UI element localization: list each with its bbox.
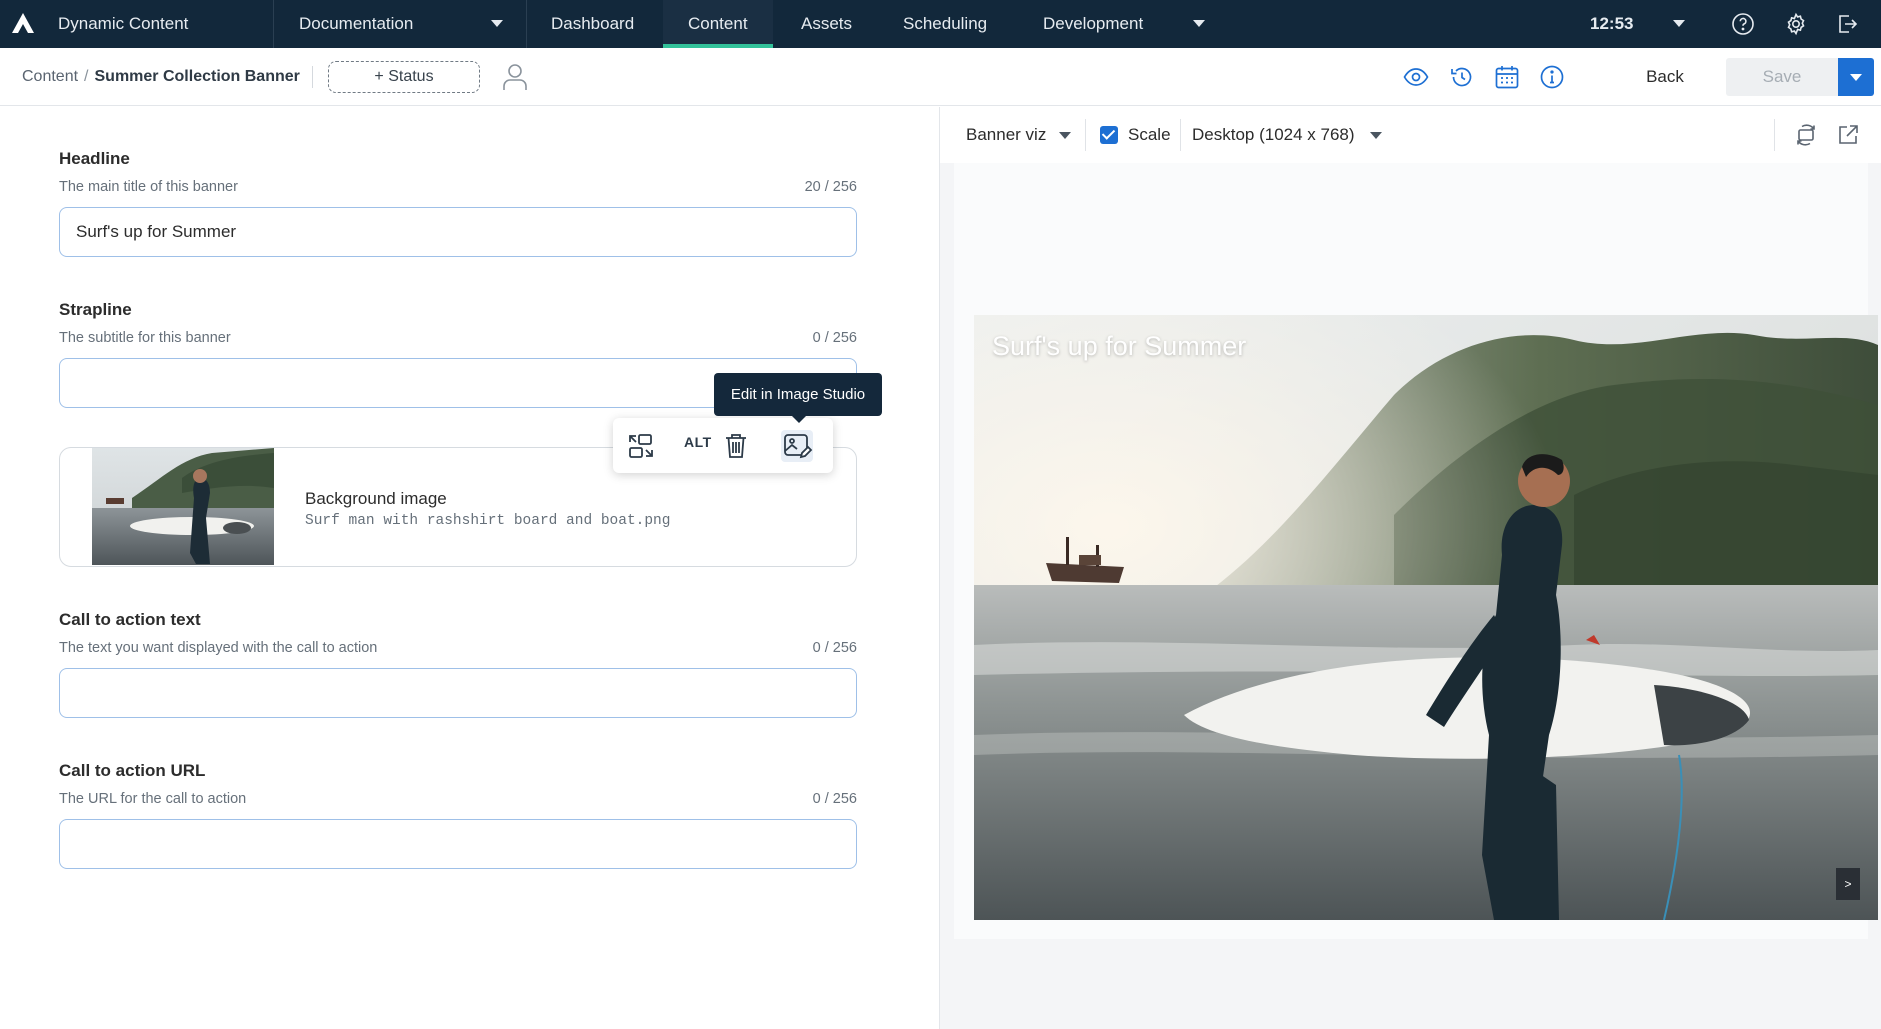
history-icon[interactable] [1449,64,1475,90]
strapline-char-count: 0 / 256 [812,330,857,346]
open-external-icon[interactable] [1836,123,1860,147]
device-chevron-down-icon[interactable] [1370,132,1382,139]
nav-divider [526,0,527,48]
preview-panel: Banner viz Scale Desktop (1024 x 768) Su… [940,107,1881,1029]
cta-text-char-count: 0 / 256 [812,640,857,656]
edit-in-image-studio-tooltip: Edit in Image Studio [714,373,882,423]
nav-dashboard[interactable]: Dashboard [551,0,634,48]
hub-selector[interactable]: Documentation [299,0,413,48]
scale-label[interactable]: Scale [1128,107,1171,163]
swap-image-icon[interactable] [625,430,657,462]
add-status-button[interactable]: + Status [328,61,480,93]
cta-url-char-count: 0 / 256 [812,791,857,807]
cta-text-description: The text you want displayed with the cal… [59,640,378,656]
back-button[interactable]: Back [1630,48,1700,106]
preview-toolbar-divider [1180,119,1181,151]
breadcrumb-current: Summer Collection Banner [94,68,300,85]
assign-user-icon[interactable] [502,62,528,92]
cta-url-description: The URL for the call to action [59,791,247,807]
logout-icon[interactable] [1835,12,1859,36]
cta-text-input[interactable] [59,668,857,718]
toolbar-divider [312,66,313,88]
preview-eye-icon[interactable] [1403,64,1429,90]
visualization-chevron-down-icon[interactable] [1059,132,1071,139]
breadcrumb-root[interactable]: Content [22,68,78,85]
content-toolbar: Content / Summer Collection Banner + Statu… [0,48,1881,106]
settings-gear-icon[interactable] [1784,12,1808,36]
clock: 12:53 [1590,14,1634,33]
headline-title: Headline [59,149,130,168]
nav-development[interactable]: Development [1043,0,1143,48]
strapline-description: The subtitle for this banner [59,330,231,346]
app-logo-icon[interactable] [10,11,36,37]
device-selector[interactable]: Desktop (1024 x 768) [1192,107,1355,163]
cta-url-input[interactable] [59,819,857,869]
nav-content[interactable]: Content [663,0,773,48]
scale-checkbox[interactable] [1100,126,1118,144]
info-icon[interactable] [1539,64,1565,90]
headline-char-count: 20 / 256 [804,179,857,195]
cta-url-title: Call to action URL [59,761,206,780]
schedule-calendar-icon[interactable] [1494,64,1520,90]
nav-assets[interactable]: Assets [801,0,852,48]
breadcrumb: Content / Summer Collection Banner [22,48,300,106]
banner-headline: Surf's up for Summer [992,331,1247,361]
headline-description: The main title of this banner [59,179,238,195]
preview-toolbar-divider [1774,119,1775,151]
banner-next-button[interactable]: > [1836,868,1860,900]
background-image-title: Background image [305,489,447,508]
nav-scheduling[interactable]: Scheduling [903,0,987,48]
top-navigation-bar: Dynamic Content Documentation Dashboard … [0,0,1881,48]
content-form: Headline The main title of this banner 2… [0,107,939,1029]
delete-trash-icon[interactable] [720,430,752,462]
background-image-filename: Surf man with rashshirt board and boat.p… [305,513,671,529]
help-icon[interactable] [1731,12,1755,36]
hub-chevron-down-icon[interactable] [491,20,503,27]
image-actions-toolbar: ALT [613,418,833,473]
strapline-title: Strapline [59,300,132,319]
preview-toolbar: Banner viz Scale Desktop (1024 x 768) [940,107,1881,163]
headline-input[interactable] [59,207,857,257]
more-nav-chevron-down-icon[interactable] [1193,20,1205,27]
app-name: Dynamic Content [58,14,189,33]
nav-divider [273,0,274,48]
cta-text-title: Call to action text [59,610,201,629]
save-options-chevron-down-icon[interactable] [1838,58,1874,96]
banner-background-image [974,315,1878,920]
clock-chevron-down-icon[interactable] [1673,20,1685,27]
alt-text-button[interactable]: ALT [684,434,712,450]
preview-toolbar-divider [1085,119,1086,151]
save-button[interactable]: Save [1726,58,1838,96]
banner-preview: Surf's up for Summer > [974,315,1878,920]
background-image-thumbnail [92,448,274,565]
visualization-selector[interactable]: Banner viz [966,107,1046,163]
breadcrumb-separator: / [84,68,89,85]
rotate-device-icon[interactable] [1794,123,1818,147]
edit-image-studio-icon[interactable] [781,430,813,462]
preview-canvas: Surf's up for Summer > [954,163,1878,939]
